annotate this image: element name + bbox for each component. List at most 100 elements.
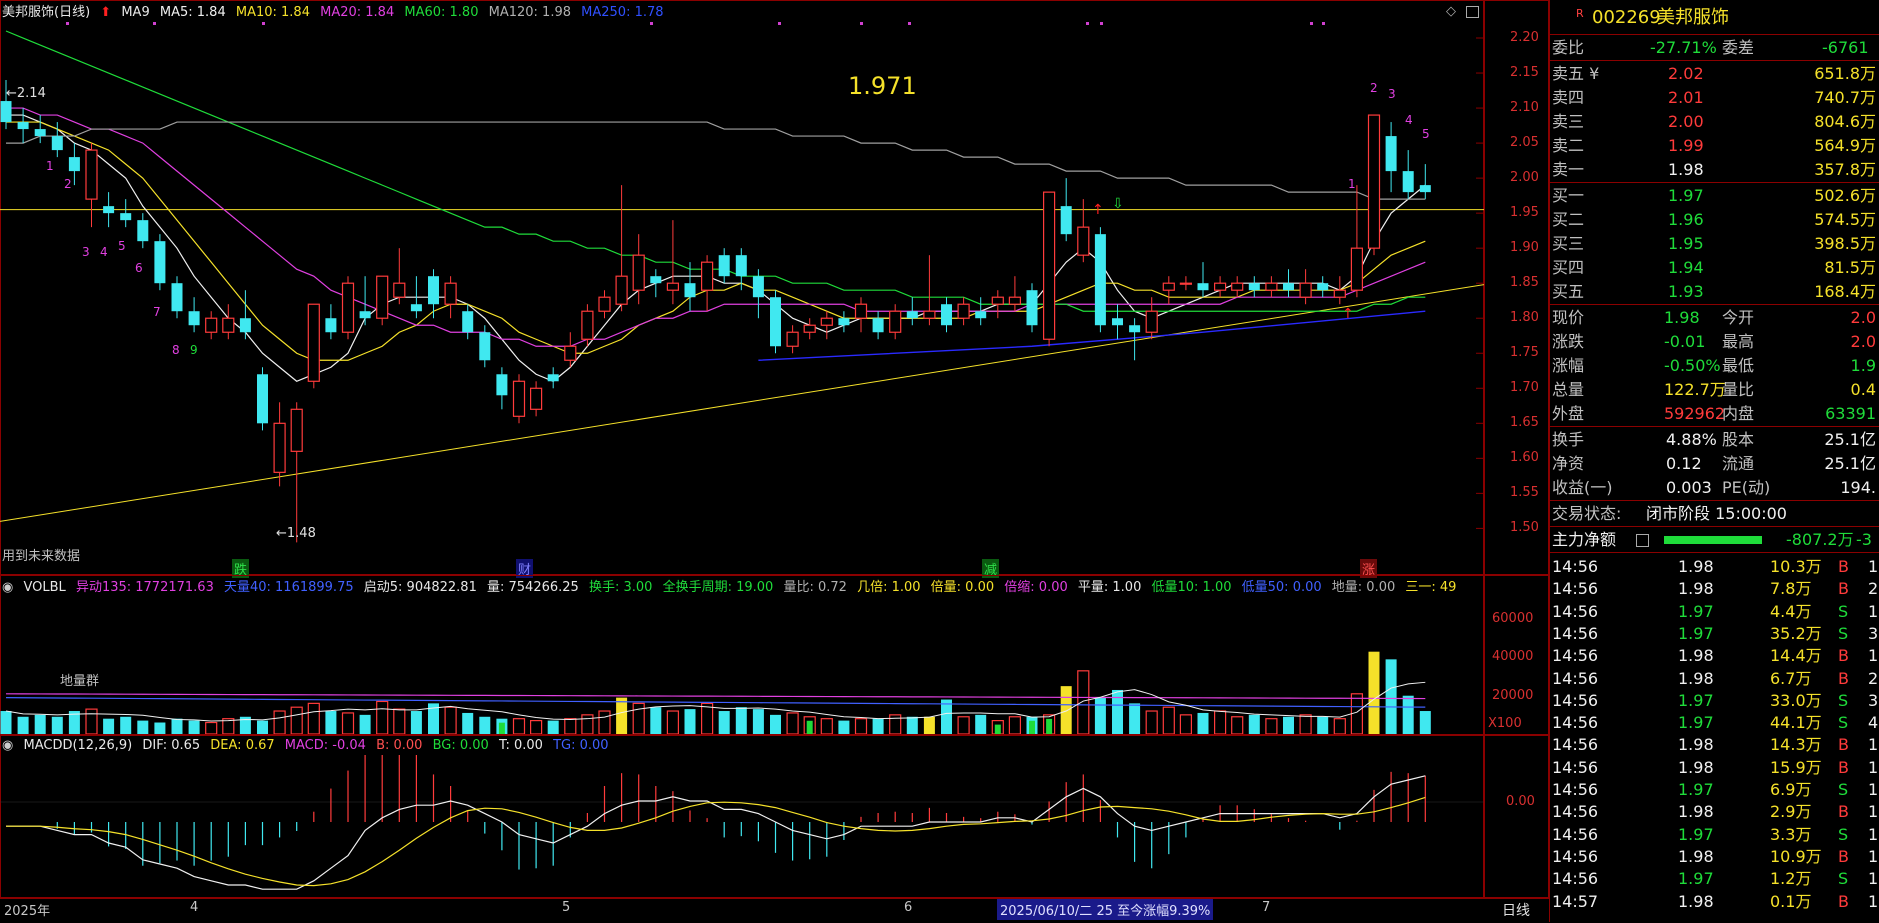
bid-volume: 574.5万 — [1814, 210, 1876, 229]
ask-row: 卖三 2.00 804.6万 — [1550, 110, 1879, 134]
tick-price: 1.98 — [1678, 891, 1714, 911]
main-net-label: 主力净额 — [1552, 530, 1617, 549]
volume-bar — [325, 711, 337, 734]
tick-direction: S — [1838, 713, 1849, 733]
tick-count: 1 — [1868, 802, 1879, 822]
volume-bar — [838, 720, 850, 734]
stat2-value-2: 25.1亿 — [1824, 454, 1876, 473]
candle — [838, 311, 850, 333]
macd-name[interactable]: MACDD(12,26,9) — [23, 738, 132, 753]
tick-time: 14:56 — [1552, 735, 1599, 755]
tick-direction: S — [1838, 780, 1849, 799]
stat-label: 外盘 — [1552, 404, 1585, 423]
time-label: 5 — [562, 900, 571, 915]
weibi-row: 委比 -27.71% 委差 -6761 — [1550, 36, 1879, 60]
tick-time: 14:56 — [1552, 846, 1599, 866]
volume-bar — [1179, 714, 1193, 734]
tick-row: 14:56 1.97 4.4万 S 1 — [1550, 600, 1879, 624]
candle — [341, 276, 355, 340]
bid-row: 买五 1.93 168.4万 — [1550, 280, 1879, 304]
quote-panel: R 002269 美邦服饰 委比 -27.71% 委差 -6761 卖五 ¥ 2.… — [1549, 0, 1879, 922]
signal-dot — [908, 22, 911, 25]
candle — [889, 304, 902, 340]
vol-name[interactable]: VOLBL — [23, 580, 65, 595]
candle — [752, 269, 764, 319]
candle — [957, 297, 970, 326]
tick-price: 1.98 — [1678, 757, 1714, 777]
volume-bar — [154, 722, 166, 734]
macd-macd: MACD: -0.04 — [284, 738, 366, 753]
tick-volume: 35.2万 — [1770, 623, 1822, 643]
candle — [444, 276, 457, 319]
main-net-icon[interactable] — [1636, 534, 1649, 547]
stat2-label: 收益(一) — [1552, 478, 1613, 497]
candle — [803, 318, 816, 340]
candle — [1197, 262, 1209, 298]
ma-line-ma20 — [6, 107, 1426, 347]
vol-liangbi: 量比: 0.72 — [783, 580, 847, 595]
stat-label-2: 最低 — [1722, 356, 1755, 375]
signal-dot — [66, 22, 69, 25]
candle — [512, 374, 526, 424]
ask-volume: 357.8万 — [1814, 160, 1876, 179]
bid-volume: 168.4万 — [1814, 282, 1876, 301]
tick-direction: S — [1838, 623, 1849, 643]
stat-row: 总量 122.7万 量比 0.4 — [1550, 378, 1879, 402]
candle — [462, 304, 474, 340]
bid-label: 买五 — [1552, 282, 1585, 301]
macd-chart[interactable] — [0, 755, 1484, 895]
candle — [188, 297, 200, 333]
tick-price: 1.98 — [1678, 668, 1714, 688]
volume-chart[interactable] — [0, 600, 1484, 734]
main-net-extra: -3 — [1856, 530, 1872, 549]
volume-bar — [872, 718, 884, 734]
tick-count: 1 — [1868, 780, 1879, 799]
ask-row: 卖四 2.01 740.7万 — [1550, 86, 1879, 110]
volume-bar — [1248, 714, 1260, 734]
tick-row: 14:56 1.98 14.3万 B 1 — [1550, 733, 1879, 757]
stock-name[interactable]: 美邦服饰 — [1657, 6, 1729, 30]
candle — [1265, 276, 1278, 298]
bid-label: 买四 — [1552, 258, 1585, 277]
tick-price: 1.97 — [1678, 869, 1714, 889]
tick-volume: 14.3万 — [1770, 735, 1822, 755]
stat2-value-2: 194. — [1840, 478, 1876, 497]
wave-count-label: 5 — [1422, 127, 1430, 141]
window-toggle-icon[interactable] — [1466, 6, 1479, 18]
bid-label: 买三 — [1552, 234, 1585, 253]
bid-volume: 398.5万 — [1814, 234, 1876, 253]
tick-direction: B — [1838, 891, 1849, 911]
volume-bar — [85, 708, 98, 734]
tick-row: 14:56 1.98 14.4万 B 1 — [1550, 644, 1879, 668]
stat2-label-2: 流通 — [1722, 454, 1755, 473]
candle — [1419, 164, 1431, 200]
stock-code[interactable]: 002269 — [1592, 6, 1661, 30]
volume-bar — [1042, 714, 1056, 734]
tick-time: 14:56 — [1552, 646, 1599, 666]
stat2-label: 换手 — [1552, 430, 1585, 449]
price-chart[interactable]: 123 4 5678 912 345↑ ⇩↑ — [0, 20, 1484, 560]
candle — [376, 275, 389, 326]
vol-liang: 量: 754266.25 — [487, 580, 579, 595]
candle — [257, 367, 268, 431]
stat-value-2: 2.0 — [1850, 332, 1876, 351]
candle — [239, 290, 251, 340]
signal-dot — [153, 22, 156, 25]
period-label[interactable]: 日线 — [1502, 900, 1530, 920]
diamond-icon[interactable]: ◇ — [1446, 4, 1456, 19]
macd-tg: TG: 0.00 — [553, 738, 609, 753]
tick-count: 1 — [1868, 891, 1879, 911]
stock-title[interactable]: 美邦服饰(日线) — [2, 5, 90, 20]
tick-direction: S — [1838, 690, 1849, 710]
tick-row: 14:56 1.98 7.8万 B 2 — [1550, 577, 1879, 601]
candle — [581, 304, 594, 347]
volume-bar — [1008, 716, 1022, 734]
volume-tick: 60000 — [1492, 611, 1534, 627]
tick-direction: S — [1838, 601, 1849, 621]
bid-price: 1.97 — [1668, 186, 1704, 205]
status-value: 闭市阶段 15:00:00 — [1646, 504, 1787, 523]
weicha-value: -6761 — [1822, 38, 1869, 57]
tick-direction: B — [1838, 802, 1849, 822]
candle — [1317, 276, 1329, 298]
volume-bar — [735, 707, 747, 734]
